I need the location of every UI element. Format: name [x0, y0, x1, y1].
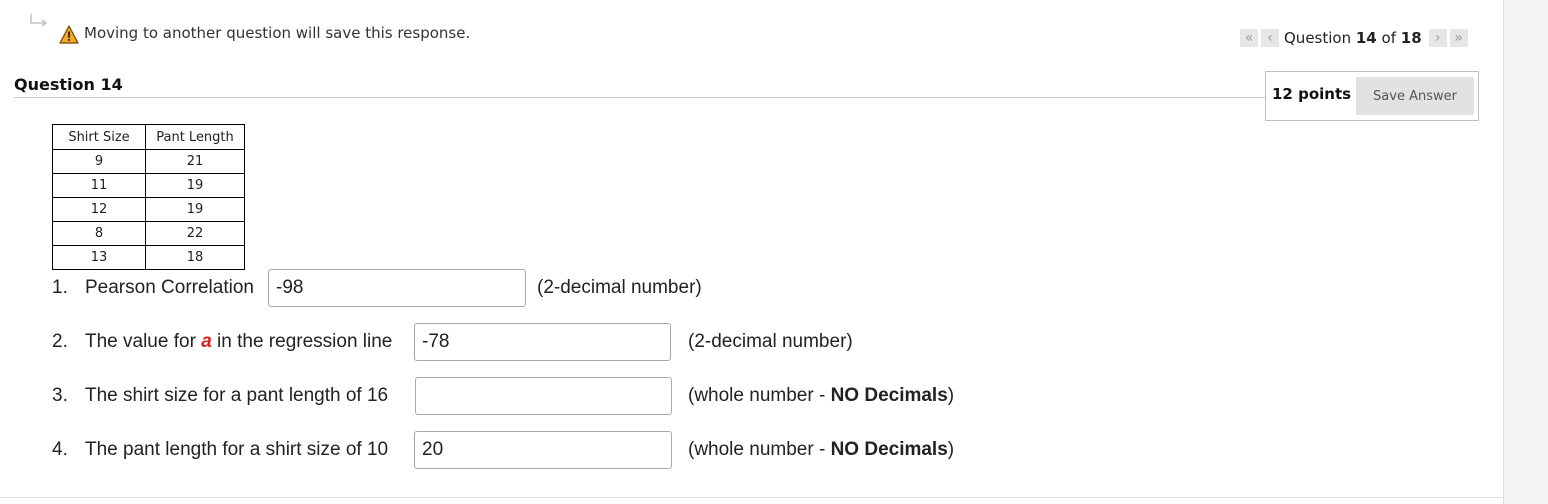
item-hint: (whole number - NO Decimals): [688, 439, 954, 461]
hint-end: ): [947, 439, 955, 460]
item-prompt-start: The value for: [85, 331, 196, 352]
item-number: 3.: [52, 385, 68, 406]
double-chevron-left-icon[interactable]: «: [1240, 29, 1258, 47]
variable-a-label: a: [201, 331, 212, 352]
save-answer-button[interactable]: Save Answer: [1356, 77, 1474, 115]
item-hint: (2-decimal number): [537, 277, 702, 298]
pearson-correlation-input[interactable]: [268, 269, 526, 307]
table-row: 8 22: [52, 221, 245, 246]
item-number: 2.: [52, 331, 68, 352]
table-cell: 19: [145, 173, 245, 198]
table-row: 13 18: [52, 245, 245, 270]
data-table: Shirt Size Pant Length 9 21 11 19 12 19 …: [52, 124, 245, 270]
points-panel: 12 points Save Answer: [1265, 71, 1479, 121]
table-cell: 8: [52, 221, 146, 246]
hint-start: (whole number -: [688, 385, 826, 406]
current-question-number: 14: [1355, 29, 1377, 47]
hint-start: (whole number -: [688, 439, 826, 460]
table-cell: 12: [52, 197, 146, 222]
shirt-size-input[interactable]: [415, 377, 672, 415]
regression-a-input[interactable]: [414, 323, 671, 361]
table-cell: 22: [145, 221, 245, 246]
table-cell: 18: [145, 245, 245, 270]
item-prompt: The value for a in the regression line: [85, 331, 392, 353]
right-gutter: [1503, 0, 1548, 504]
table-row: 12 19: [52, 197, 245, 222]
question-counter-prefix: Question: [1284, 29, 1352, 47]
warning-icon: [59, 25, 79, 44]
column-header: Pant Length: [145, 124, 245, 150]
table-row: 11 19: [52, 173, 245, 198]
bottom-divider: [0, 497, 1503, 498]
save-warning-text: Moving to another question will save thi…: [84, 24, 471, 42]
item-hint: (whole number - NO Decimals): [688, 385, 954, 407]
item-prompt: The pant length for a shirt size of 10: [85, 439, 389, 460]
item-number: 1.: [52, 277, 68, 298]
question-title: Question 14: [14, 75, 123, 94]
title-divider: [14, 97, 1266, 98]
hint-emphasis: NO Decimals: [830, 439, 948, 460]
return-arrow-icon: [30, 14, 48, 27]
points-label: 12 points: [1272, 85, 1352, 103]
hint-emphasis: NO Decimals: [830, 385, 948, 406]
hint-end: ): [947, 385, 955, 406]
chevron-right-icon[interactable]: ›: [1428, 29, 1447, 47]
table-cell: 21: [145, 149, 245, 174]
question-counter-of: of: [1381, 29, 1396, 47]
item-prompt-end: in the regression line: [217, 331, 393, 352]
table-cell: 11: [52, 173, 146, 198]
question-navigator: « ‹ Question 14 of 18 › »: [1240, 27, 1468, 49]
table-cell: 13: [52, 245, 146, 270]
pant-length-input[interactable]: [414, 431, 672, 469]
item-hint: (2-decimal number): [688, 331, 853, 352]
table-row: 9 21: [52, 149, 245, 174]
table-cell: 9: [52, 149, 146, 174]
table-header-row: Shirt Size Pant Length: [52, 124, 245, 150]
item-prompt: Pearson Correlation: [85, 277, 254, 298]
double-chevron-right-icon[interactable]: »: [1449, 29, 1468, 47]
column-header: Shirt Size: [52, 124, 146, 150]
item-prompt: The shirt size for a pant length of 16: [85, 385, 389, 406]
table-cell: 19: [145, 197, 245, 222]
chevron-left-icon[interactable]: ‹: [1261, 29, 1279, 47]
total-question-count: 18: [1400, 29, 1422, 47]
item-number: 4.: [52, 439, 68, 460]
question-counter: Question 14 of 18: [1284, 29, 1422, 47]
